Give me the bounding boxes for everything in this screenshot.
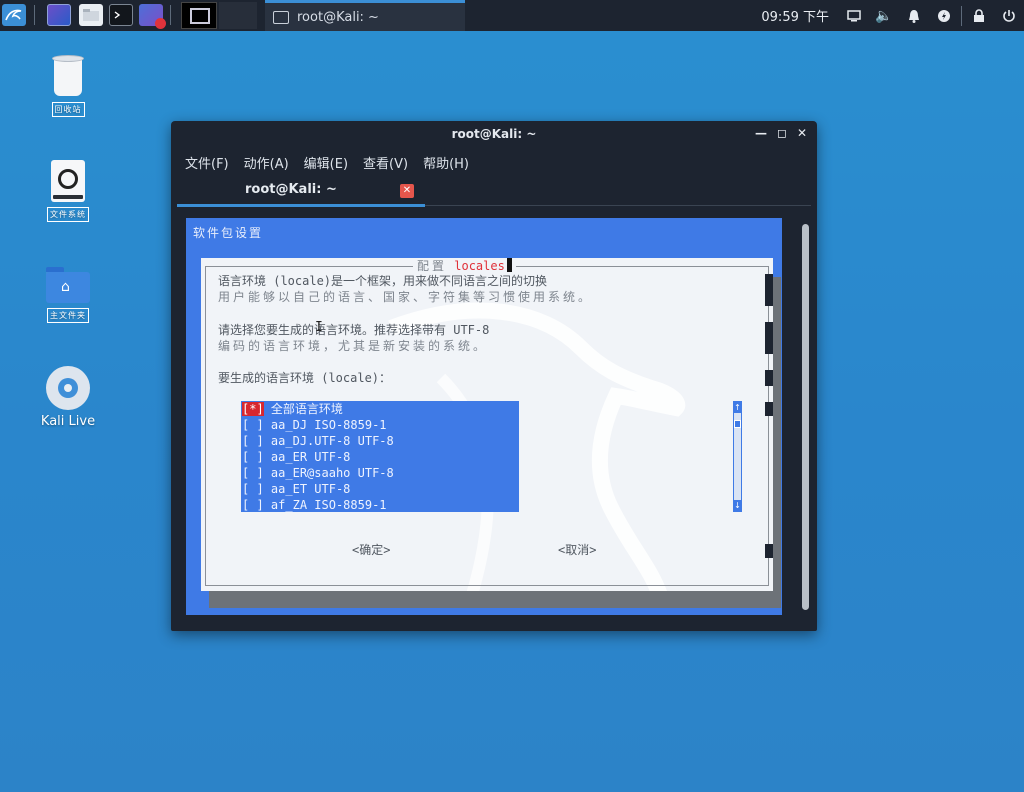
close-button[interactable]: ✕ (797, 126, 807, 140)
menu-bar: 文件(F) 动作(A) 编辑(E) 查看(V) 帮助(H) (185, 153, 469, 172)
tab-label: root@Kali: ~ (245, 182, 337, 197)
description-line-1b: 用户能够以自己的语言、国家、字符集等习惯使用系统。 (218, 290, 594, 304)
taskbar-terminal-button[interactable]: root@Kali: ~ (265, 0, 465, 31)
list-item-check[interactable]: [ ] (242, 466, 264, 480)
minimize-button[interactable]: — (755, 126, 767, 140)
tray-separator (961, 5, 962, 26)
list-item-label: aa_DJ.UTF-8 UTF-8 (270, 434, 394, 448)
menu-help[interactable]: 帮助(H) (423, 153, 469, 172)
home-folder-icon: ⌂ (46, 267, 90, 303)
volume-icon[interactable]: 🔈 (869, 0, 899, 31)
workspace-2[interactable] (219, 2, 257, 29)
list-item[interactable]: [ ] aa_ER@saaho UTF-8 (241, 465, 519, 481)
clock[interactable]: 09:59 下午 (761, 6, 829, 25)
trash-icon (50, 55, 86, 97)
dialog-right-edge (765, 370, 773, 386)
bell-icon[interactable] (899, 0, 929, 31)
list-item-label: aa_DJ ISO-8859-1 (270, 418, 387, 432)
window-titlebar[interactable]: root@Kali: ~ — ◻ ✕ (171, 121, 817, 147)
terminal-scrollbar[interactable] (802, 224, 809, 610)
tab-terminal[interactable]: root@Kali: ~ ✕ (177, 177, 425, 207)
scroll-down-icon[interactable]: ↓ (734, 500, 741, 511)
locale-checklist: [*] 全部语言环境 [ ] aa_DJ ISO-8859-1 [ ] aa_D… (241, 401, 519, 512)
list-item[interactable]: [ ] aa_ER UTF-8 (241, 449, 519, 465)
dialog-right-edge (765, 322, 773, 354)
list-item-label: aa_ER@saaho UTF-8 (270, 466, 394, 480)
file-manager-icon[interactable] (79, 4, 103, 26)
description-line-2a: 请选择您要生成的语言环境。推荐选择带有 UTF-8 (218, 323, 490, 337)
cancel-button[interactable]: <取消> (558, 541, 596, 558)
list-item-check[interactable]: [ ] (242, 498, 264, 512)
home-label: 主文件夹 (47, 308, 89, 323)
locales-dialog: 配置 locales 语言环境 (locale)是一个框架，用来做不同语言之间的… (201, 258, 773, 591)
terminal-area[interactable]: 软件包设置 配置 locales 语言环境 (locale)是一个框架，用来做不… (179, 210, 799, 626)
lock-icon[interactable] (964, 0, 994, 31)
kali-menu-icon[interactable] (2, 4, 26, 26)
list-item[interactable]: [ ] af_ZA ISO-8859-1 (241, 497, 519, 513)
list-item-check[interactable]: [ ] (242, 418, 264, 432)
scroll-up-icon[interactable]: ↑ (734, 402, 741, 413)
scroll-thumb[interactable] (734, 420, 741, 428)
list-item-check[interactable]: [ ] (242, 450, 264, 464)
desktop-icon-trash[interactable]: 回收站 (23, 55, 113, 117)
description-line-1a: 语言环境 (locale)是一个框架，用来做不同语言之间的切换 (218, 274, 548, 288)
panel-separator (34, 5, 35, 25)
ok-button[interactable]: <确定> (352, 541, 390, 558)
dialog-title-prefix: 配置 (417, 259, 448, 273)
terminal-icon (273, 10, 289, 24)
dialog-right-edge (765, 544, 773, 558)
list-item-check[interactable]: [ ] (242, 482, 264, 496)
power-manager-icon[interactable] (929, 0, 959, 31)
menu-edit[interactable]: 编辑(E) (304, 153, 348, 172)
top-panel: root@Kali: ~ 09:59 下午 🔈 (0, 0, 1024, 31)
list-scrollbar[interactable]: ↑ ↓ (733, 401, 742, 512)
system-tray: 09:59 下午 🔈 (761, 0, 1024, 31)
dialog-backdrop: 软件包设置 配置 locales 语言环境 (locale)是一个框架，用来做不… (186, 218, 782, 615)
maximize-button[interactable]: ◻ (777, 126, 787, 140)
screen-recorder-icon[interactable] (139, 4, 166, 29)
locale-prompt: 要生成的语言环境 (locale)： (218, 371, 392, 385)
display-icon[interactable] (839, 0, 869, 31)
mouse-ibeam-cursor: I (315, 320, 323, 335)
description-line-2b: 编码的语言环境，尤其是新安装的系统。 (218, 339, 489, 353)
list-item-label: aa_ER UTF-8 (270, 450, 351, 464)
taskbar-terminal-label: root@Kali: ~ (297, 9, 379, 25)
list-item-label: af_ZA ISO-8859-1 (270, 498, 387, 512)
dialog-title-name: locales (454, 259, 505, 273)
dialog-right-edge (765, 402, 773, 416)
disc-icon (46, 366, 90, 410)
trash-label: 回收站 (51, 102, 85, 117)
window-title: root@Kali: ~ (451, 127, 537, 141)
filesystem-label: 文件系统 (47, 207, 89, 222)
list-item-all[interactable]: [*] 全部语言环境 (241, 401, 519, 417)
terminal-window: root@Kali: ~ — ◻ ✕ 文件(F) 动作(A) 编辑(E) 查看(… (171, 121, 817, 631)
terminal-launcher-icon[interactable] (109, 4, 133, 26)
menu-view[interactable]: 查看(V) (363, 153, 408, 172)
list-item-label: aa_ET UTF-8 (270, 482, 351, 496)
backtitle: 软件包设置 (193, 226, 264, 240)
dialog-right-edge (765, 274, 773, 306)
list-item-label: 全部语言环境 (270, 402, 343, 416)
list-item-check[interactable]: [ ] (242, 434, 264, 448)
list-item[interactable]: [ ] aa_DJ.UTF-8 UTF-8 (241, 433, 519, 449)
logout-icon[interactable] (994, 0, 1024, 31)
list-item[interactable]: [ ] aa_DJ ISO-8859-1 (241, 417, 519, 433)
list-item[interactable]: [ ] aa_ET UTF-8 (241, 481, 519, 497)
desktop-icon-home[interactable]: ⌂ 主文件夹 (23, 265, 113, 323)
list-item-check[interactable]: [*] (242, 402, 264, 416)
workspace-switcher-icon[interactable] (47, 4, 71, 26)
menu-file[interactable]: 文件(F) (185, 153, 229, 172)
kali-live-label: Kali Live (40, 414, 96, 429)
drive-icon (51, 160, 85, 202)
tab-bar: root@Kali: ~ ✕ (177, 177, 811, 207)
menu-actions[interactable]: 动作(A) (244, 153, 289, 172)
panel-separator (170, 5, 171, 25)
workspace-1[interactable] (181, 2, 217, 29)
desktop-icon-kali-live[interactable]: Kali Live (23, 366, 113, 429)
desktop-icon-filesystem[interactable]: 文件系统 (23, 160, 113, 222)
tab-close-icon[interactable]: ✕ (400, 184, 414, 198)
